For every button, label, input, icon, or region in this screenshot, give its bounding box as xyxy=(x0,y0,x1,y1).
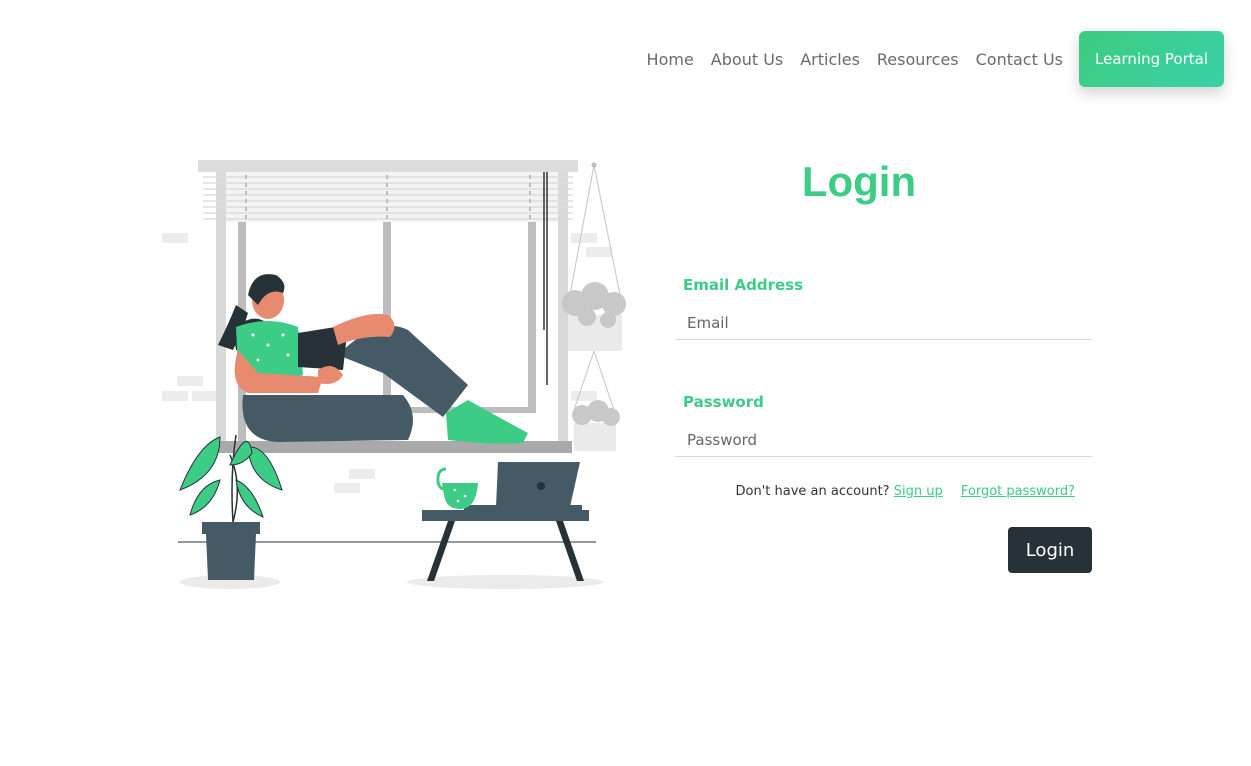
nav-articles-link[interactable]: Articles xyxy=(800,50,860,69)
login-title: Login xyxy=(801,158,917,205)
nav-resources-link[interactable]: Resources xyxy=(877,50,959,69)
email-label: Email Address xyxy=(683,276,804,294)
hanging-plants xyxy=(562,162,626,451)
signup-link[interactable]: Sign up xyxy=(894,484,943,499)
learning-portal-button[interactable]: Learning Portal xyxy=(1079,31,1224,87)
account-links-row: Don't have an account? Sign up Forgot pa… xyxy=(736,484,1075,499)
reading-woman-illustration xyxy=(162,160,626,589)
potted-plant xyxy=(179,434,283,580)
no-account-text: Don't have an account? xyxy=(735,484,890,499)
nav-about-link[interactable]: About Us xyxy=(711,50,783,69)
password-field[interactable] xyxy=(675,423,1092,457)
login-button[interactable]: Login xyxy=(1008,527,1092,573)
email-field[interactable] xyxy=(675,306,1092,340)
woman-reading xyxy=(218,274,528,444)
side-table xyxy=(422,462,589,581)
nav-contact-link[interactable]: Contact Us xyxy=(976,50,1063,69)
top-navigation: Home About Us Articles Resources Contact… xyxy=(630,31,1224,87)
nav-home-link[interactable]: Home xyxy=(647,50,694,69)
forgot-password-link[interactable]: Forgot password? xyxy=(961,484,1075,499)
password-label: Password xyxy=(683,393,764,411)
